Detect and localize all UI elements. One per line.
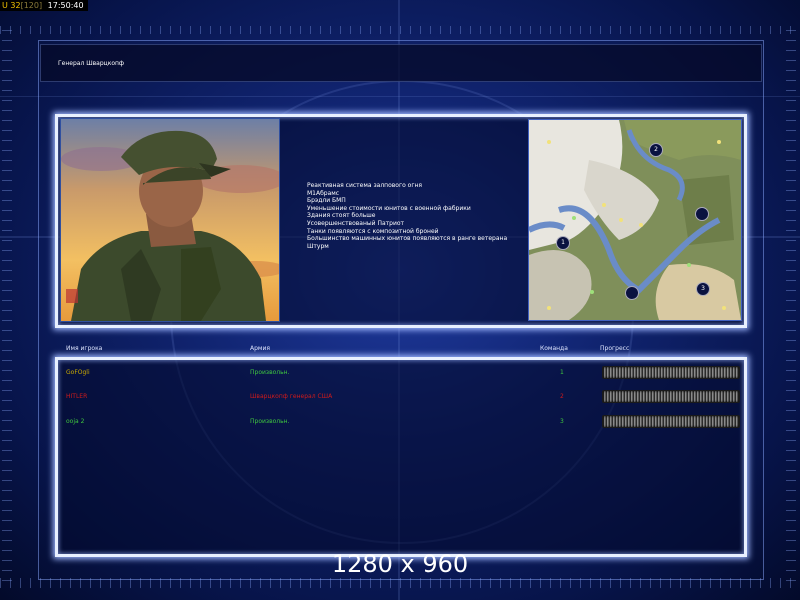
- start-position-label: 1: [561, 239, 565, 246]
- feature-item: М1Абрамс: [307, 189, 340, 197]
- player-team: 2: [560, 393, 564, 400]
- start-position-1[interactable]: 1: [556, 236, 570, 250]
- feature-item: Здания стоят больше: [307, 212, 376, 220]
- start-position-empty[interactable]: [625, 286, 639, 300]
- start-position-label: 3: [701, 285, 705, 292]
- start-position-empty[interactable]: [695, 207, 709, 221]
- ruler-top: [0, 26, 800, 34]
- loading-progress-bar: [602, 390, 740, 403]
- fps-value: U 32: [2, 1, 21, 10]
- clock: 17:50:40: [47, 1, 84, 10]
- feature-item: Штурм: [307, 242, 329, 250]
- general-portrait: [60, 118, 280, 322]
- players-panel: [55, 357, 747, 557]
- ruler-left: [2, 30, 12, 590]
- header-player-name: Имя игрока: [66, 345, 103, 352]
- header-progress: Прогресс: [600, 345, 630, 352]
- feature-item: Танки появляются с композитной броней: [307, 227, 439, 235]
- title-bar: [40, 44, 762, 82]
- general-features-list: Реактивная система залпового огня М1Абра…: [307, 182, 507, 250]
- header-army: Армия: [250, 345, 270, 352]
- start-position-3[interactable]: 3: [696, 282, 710, 296]
- feature-item: Усовершенствованый Патриот: [307, 219, 405, 227]
- fps-detail: [120]: [20, 1, 43, 10]
- player-team: 1: [560, 369, 564, 376]
- player-army: Произвольн.: [250, 418, 290, 425]
- map-preview[interactable]: 1 2 3: [528, 119, 742, 321]
- feature-item: Брэдли БМП: [307, 197, 346, 205]
- general-name: Генерал Шварцкопф: [58, 60, 125, 67]
- player-team: 3: [560, 418, 564, 425]
- feature-item: Реактивная система залпового огня: [307, 182, 423, 189]
- loading-progress-bar: [602, 415, 740, 428]
- ruler-right: [786, 30, 796, 590]
- player-name: HITLER: [66, 393, 88, 400]
- player-name: ooja 2: [66, 418, 85, 425]
- player-army: Произвольн.: [250, 369, 290, 376]
- resolution-caption: 1280 x 960: [331, 550, 469, 578]
- loading-progress-bar: [602, 366, 740, 379]
- player-name: GoFOgli: [66, 369, 90, 376]
- feature-item: Большинство машинных юнитов появляются в…: [307, 235, 508, 243]
- start-position-label: 2: [654, 146, 658, 153]
- start-position-2[interactable]: 2: [649, 143, 663, 157]
- player-army: Шварцкопф генерал США: [250, 393, 333, 400]
- feature-item: Уменьшение стоимости юнитов с военной фа…: [307, 204, 471, 212]
- header-team: Команда: [540, 345, 568, 352]
- fps-clock-overlay: U 32[120] 17:50:40: [0, 0, 88, 11]
